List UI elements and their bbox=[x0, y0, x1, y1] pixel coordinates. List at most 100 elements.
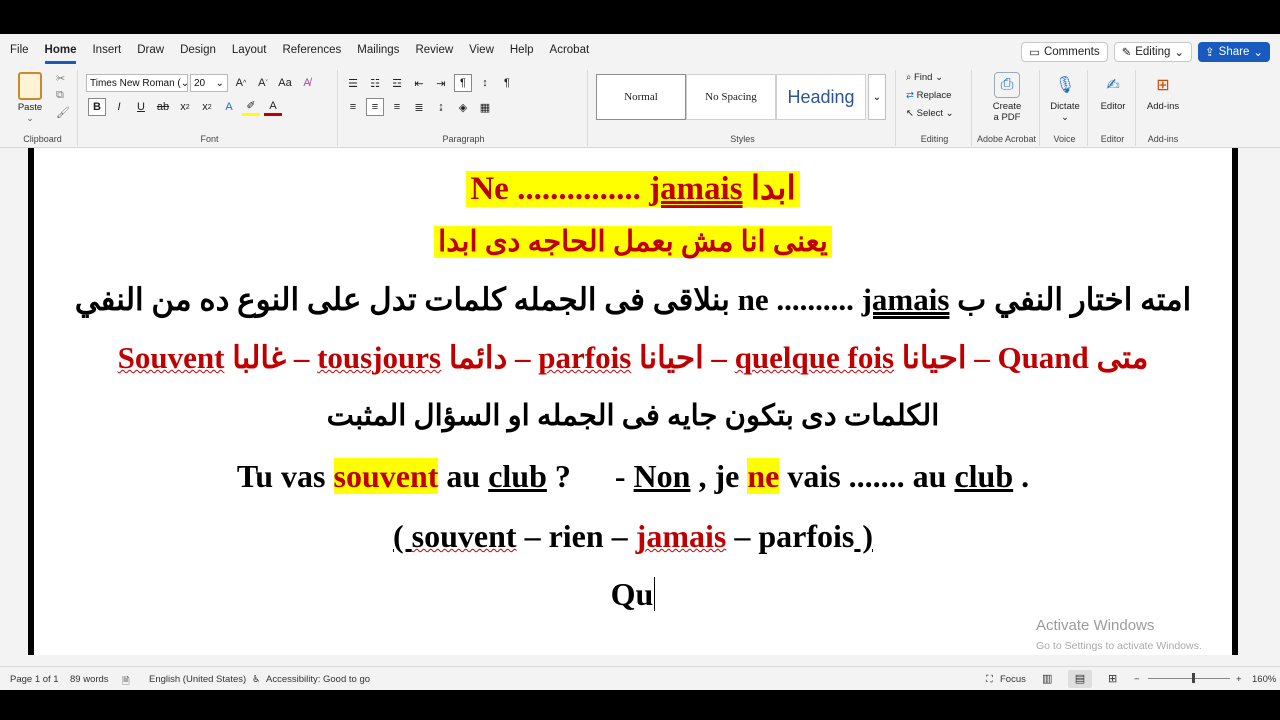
select-label: Select bbox=[916, 108, 944, 119]
increase-indent-icon[interactable]: ⇥ bbox=[432, 74, 450, 92]
replace-icon: ⇄ bbox=[906, 90, 914, 101]
line4-souvent: Souvent bbox=[117, 340, 225, 375]
comments-button[interactable]: ▭ Comments bbox=[1021, 42, 1108, 62]
web-layout-icon[interactable]: ⊞ bbox=[1108, 672, 1117, 685]
grow-font-icon[interactable]: A ^ bbox=[232, 74, 250, 92]
bullets-icon[interactable]: ☰ bbox=[344, 74, 362, 92]
language-indicator[interactable]: English (United States) bbox=[149, 674, 246, 685]
subscript-icon[interactable]: x2 bbox=[176, 98, 194, 116]
select-button[interactable]: ↖ Select ⌄ bbox=[906, 108, 954, 119]
format-painter-icon[interactable]: 🖌 bbox=[56, 106, 70, 119]
shading-icon[interactable]: ◈ bbox=[454, 98, 472, 116]
page-count[interactable]: Page 1 of 1 bbox=[10, 674, 59, 685]
document-area: Ne ............... jamais ابدا يعنى انا … bbox=[0, 148, 1280, 666]
editing-mode-button[interactable]: ✎ Editing ⌄ bbox=[1113, 42, 1193, 62]
accessibility-status[interactable]: Accessibility: Good to go bbox=[266, 674, 370, 685]
focus-button[interactable]: Focus bbox=[1000, 674, 1026, 685]
cut-icon[interactable]: ✂ bbox=[56, 72, 70, 85]
ltr-icon[interactable]: ¶ bbox=[454, 74, 472, 92]
tab-home[interactable]: Home bbox=[44, 44, 77, 64]
paste-button[interactable]: Paste ⌄ bbox=[14, 72, 46, 124]
justify-icon[interactable]: ≣ bbox=[410, 98, 428, 116]
strikethrough-icon[interactable]: ab bbox=[154, 98, 172, 116]
styles-group: Normal No Spacing Heading ⌄ Styles bbox=[590, 70, 896, 146]
tab-view[interactable]: View bbox=[469, 44, 494, 64]
center-icon[interactable]: ≡ bbox=[366, 98, 384, 116]
tab-help[interactable]: Help bbox=[510, 44, 534, 64]
font-color-icon[interactable]: A bbox=[264, 98, 282, 116]
italic-icon[interactable]: I bbox=[110, 98, 128, 116]
tab-layout[interactable]: Layout bbox=[232, 44, 267, 64]
copy-icon[interactable]: ⧉ bbox=[56, 89, 70, 102]
addins-button[interactable]: ⊞ Add-ins bbox=[1133, 72, 1193, 112]
proofing-icon[interactable]: 🗎 bbox=[122, 674, 130, 690]
clear-formatting-icon[interactable]: A̸ bbox=[298, 74, 316, 92]
zoom-out-icon[interactable]: − bbox=[1134, 674, 1140, 685]
line4-quand: Quand bbox=[997, 340, 1089, 375]
top-right-actions: ▭ Comments ✎ Editing ⌄ ⇪ Share ⌄ bbox=[1021, 42, 1270, 62]
accessibility-icon: ♿ bbox=[252, 674, 261, 685]
find-button[interactable]: ⌕ Find ⌄ bbox=[906, 72, 954, 83]
word-count[interactable]: 89 words bbox=[70, 674, 109, 685]
line6-vais: vais ....... au bbox=[779, 458, 955, 494]
superscript-icon[interactable]: x2 bbox=[198, 98, 216, 116]
replace-button[interactable]: ⇄ Replace bbox=[906, 90, 954, 101]
tab-acrobat[interactable]: Acrobat bbox=[550, 44, 590, 64]
line8-text: Qu bbox=[610, 576, 654, 612]
align-left-icon[interactable]: ≡ bbox=[344, 98, 362, 116]
decrease-indent-icon[interactable]: ⇤ bbox=[410, 74, 428, 92]
align-right-icon[interactable]: ≡ bbox=[388, 98, 406, 116]
sort-icon[interactable]: ↕ bbox=[476, 74, 494, 92]
show-marks-icon[interactable]: ¶ bbox=[498, 74, 516, 92]
create-pdf-label-1: Create bbox=[992, 101, 1022, 112]
style-normal[interactable]: Normal bbox=[596, 74, 686, 120]
borders-icon[interactable]: ▦ bbox=[476, 98, 494, 116]
chevron-down-icon: ⌄ bbox=[26, 113, 34, 123]
doc-line-2: يعنى انا مش بعمل الحاجه دى ابدا bbox=[34, 224, 1232, 259]
style-heading-label: Heading bbox=[787, 86, 855, 107]
tab-mailings[interactable]: Mailings bbox=[357, 44, 399, 64]
change-case-icon[interactable]: Aa bbox=[276, 74, 294, 92]
create-pdf-label-2: a PDF bbox=[993, 112, 1021, 123]
zoom-in-icon[interactable]: + bbox=[1236, 674, 1242, 685]
shrink-font-icon[interactable]: Aˇ bbox=[254, 74, 272, 92]
doc-line-4: متى Quand – احيانا quelque fois – احيانا… bbox=[34, 340, 1232, 376]
search-icon: ⌕ bbox=[906, 72, 912, 83]
voice-group: 🎙 Dictate ⌄ Voice bbox=[1042, 70, 1088, 146]
bold-icon[interactable]: B bbox=[88, 98, 106, 116]
zoom-slider-thumb[interactable] bbox=[1192, 673, 1195, 683]
line6-au: au bbox=[438, 458, 489, 494]
tab-design[interactable]: Design bbox=[180, 44, 216, 64]
zoom-level[interactable]: 160% bbox=[1252, 674, 1276, 685]
tab-draw[interactable]: Draw bbox=[137, 44, 164, 64]
doc-line-8: Qu bbox=[34, 576, 1232, 613]
style-heading[interactable]: Heading bbox=[776, 74, 866, 120]
highlight-icon[interactable]: ✐ bbox=[242, 98, 260, 116]
line1-arabic: ابدا bbox=[742, 171, 796, 207]
editing-group: ⌕ Find ⌄ ⇄ Replace ↖ Select ⌄ Editing bbox=[898, 70, 972, 146]
line6-je: , je bbox=[690, 458, 748, 494]
styles-more-button[interactable]: ⌄ bbox=[868, 74, 886, 120]
share-button[interactable]: ⇪ Share ⌄ bbox=[1198, 42, 1270, 62]
read-mode-icon[interactable]: ▥ bbox=[1042, 672, 1052, 685]
style-no-spacing[interactable]: No Spacing bbox=[686, 74, 776, 120]
numbering-icon[interactable]: ☷ bbox=[366, 74, 384, 92]
tab-review[interactable]: Review bbox=[415, 44, 453, 64]
line1-highlight: Ne ............... jamais ابدا bbox=[466, 171, 800, 207]
zoom-slider[interactable] bbox=[1148, 678, 1230, 679]
create-pdf-button[interactable]: ⎙ Create a PDF bbox=[977, 72, 1037, 123]
line-spacing-icon[interactable]: ↨ bbox=[432, 98, 450, 116]
tab-references[interactable]: References bbox=[282, 44, 341, 64]
print-layout-icon[interactable]: ▤ bbox=[1068, 670, 1092, 688]
document-page[interactable]: Ne ............... jamais ابدا يعنى انا … bbox=[28, 148, 1238, 655]
multilevel-list-icon[interactable]: ☲ bbox=[388, 74, 406, 92]
font-size-select[interactable]: 20 ⌄ bbox=[190, 74, 228, 92]
tab-insert[interactable]: Insert bbox=[92, 44, 121, 64]
grid-icon: ⊞ bbox=[1156, 77, 1170, 94]
bottom-black-bar bbox=[0, 690, 1280, 720]
text-effects-icon[interactable]: A bbox=[220, 98, 238, 116]
underline-icon[interactable]: U bbox=[132, 98, 150, 116]
tab-file[interactable]: File bbox=[10, 44, 29, 64]
font-family-select[interactable]: Times New Roman ( ⌄ bbox=[86, 74, 188, 92]
share-label: Share bbox=[1218, 46, 1250, 58]
